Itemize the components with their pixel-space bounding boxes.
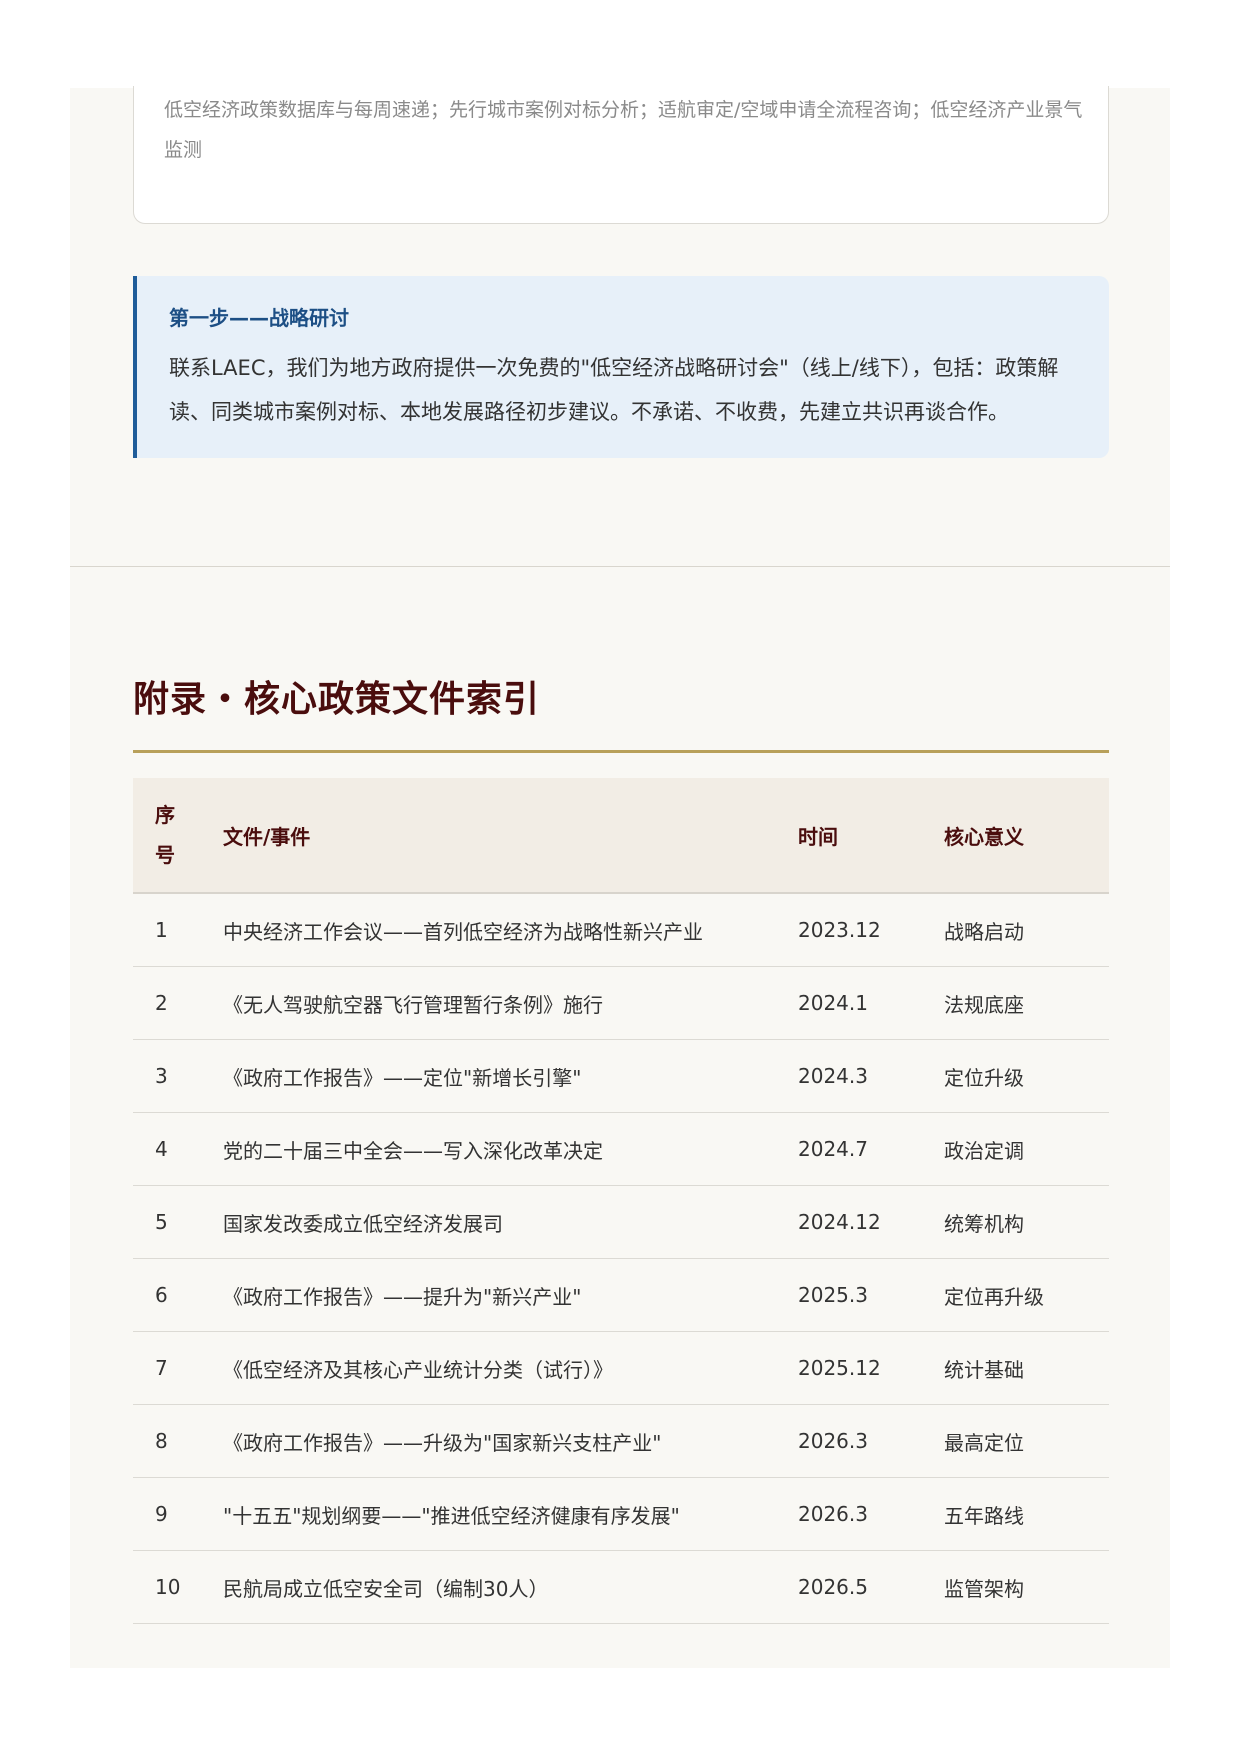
- header-doc: 文件/事件: [201, 778, 798, 894]
- row-no: 9: [133, 1477, 201, 1551]
- row-time: 2024.7: [798, 1112, 944, 1186]
- row-no: 10: [133, 1550, 201, 1624]
- row-time: 2025.3: [798, 1258, 944, 1332]
- table-row: 9 "十五五"规划纲要——"推进低空经济健康有序发展" 2026.3 五年路线: [133, 1477, 1109, 1551]
- table-row: 7 《低空经济及其核心产业统计分类（试行）》 2025.12 统计基础: [133, 1331, 1109, 1405]
- table-row: 3 《政府工作报告》——定位"新增长引擎" 2024.3 定位升级: [133, 1039, 1109, 1113]
- row-meaning: 定位升级: [944, 1039, 1109, 1113]
- table-row: 2 《无人驾驶航空器飞行管理暂行条例》施行 2024.1 法规底座: [133, 966, 1109, 1040]
- row-doc: 《无人驾驶航空器飞行管理暂行条例》施行: [201, 966, 798, 1040]
- row-time: 2024.3: [798, 1039, 944, 1113]
- row-time: 2025.12: [798, 1331, 944, 1405]
- first-step-callout: 第一步——战略研讨 联系LAEC，我们为地方政府提供一次免费的"低空经济战略研讨…: [133, 276, 1109, 458]
- row-doc: 《低空经济及其核心产业统计分类（试行）》: [201, 1331, 798, 1405]
- row-no: 1: [133, 893, 201, 967]
- row-meaning: 法规底座: [944, 966, 1109, 1040]
- callout-body: 联系LAEC，我们为地方政府提供一次免费的"低空经济战略研讨会"（线上/线下），…: [169, 356, 1059, 424]
- row-meaning: 五年路线: [944, 1477, 1109, 1551]
- row-doc: "十五五"规划纲要——"推进低空经济健康有序发展": [201, 1477, 798, 1551]
- services-card: 低空经济政策数据库与每周速递；先行城市案例对标分析；适航审定/空域申请全流程咨询…: [133, 86, 1109, 224]
- row-no: 5: [133, 1185, 201, 1259]
- row-no: 6: [133, 1258, 201, 1332]
- table-row: 5 国家发改委成立低空经济发展司 2024.12 统筹机构: [133, 1185, 1109, 1259]
- row-time: 2026.3: [798, 1477, 944, 1551]
- row-no: 8: [133, 1404, 201, 1478]
- row-meaning: 战略启动: [944, 893, 1109, 967]
- row-doc: 国家发改委成立低空经济发展司: [201, 1185, 798, 1259]
- table-row: 4 党的二十届三中全会——写入深化改革决定 2024.7 政治定调: [133, 1112, 1109, 1186]
- callout-title: 第一步——战略研讨: [169, 306, 349, 330]
- policy-table: 序号 文件/事件 时间 核心意义 1 中央经济工作会议——首列低空经济为战略性新…: [133, 778, 1109, 1624]
- section-divider: [70, 566, 1170, 567]
- row-meaning: 政治定调: [944, 1112, 1109, 1186]
- row-doc: 中央经济工作会议——首列低空经济为战略性新兴产业: [201, 893, 798, 967]
- header-meaning: 核心意义: [944, 778, 1109, 894]
- row-meaning: 监管架构: [944, 1550, 1109, 1624]
- table-row: 1 中央经济工作会议——首列低空经济为战略性新兴产业 2023.12 战略启动: [133, 893, 1109, 967]
- row-doc: 民航局成立低空安全司（编制30人）: [201, 1550, 798, 1624]
- table-row: 8 《政府工作报告》——升级为"国家新兴支柱产业" 2026.3 最高定位: [133, 1404, 1109, 1478]
- header-time: 时间: [798, 778, 944, 894]
- row-meaning: 统计基础: [944, 1331, 1109, 1405]
- row-meaning: 最高定位: [944, 1404, 1109, 1478]
- row-time: 2024.1: [798, 966, 944, 1040]
- table-row: 10 民航局成立低空安全司（编制30人） 2026.5 监管架构: [133, 1550, 1109, 1624]
- row-time: 2026.3: [798, 1404, 944, 1478]
- row-time: 2024.12: [798, 1185, 944, 1259]
- row-doc: 《政府工作报告》——提升为"新兴产业": [201, 1258, 798, 1332]
- row-no: 2: [133, 966, 201, 1040]
- row-time: 2023.12: [798, 893, 944, 967]
- title-underline: [133, 750, 1109, 753]
- header-no: 序号: [133, 778, 201, 894]
- row-doc: 《政府工作报告》——升级为"国家新兴支柱产业": [201, 1404, 798, 1478]
- row-meaning: 定位再升级: [944, 1258, 1109, 1332]
- table-header-row: 序号 文件/事件 时间 核心意义: [133, 778, 1109, 894]
- row-time: 2026.5: [798, 1550, 944, 1624]
- appendix-title: 附录・核心政策文件索引: [133, 679, 541, 720]
- row-no: 4: [133, 1112, 201, 1186]
- row-doc: 《政府工作报告》——定位"新增长引擎": [201, 1039, 798, 1113]
- row-no: 7: [133, 1331, 201, 1405]
- row-doc: 党的二十届三中全会——写入深化改革决定: [201, 1112, 798, 1186]
- table-row: 6 《政府工作报告》——提升为"新兴产业" 2025.3 定位再升级: [133, 1258, 1109, 1332]
- row-no: 3: [133, 1039, 201, 1113]
- row-meaning: 统筹机构: [944, 1185, 1109, 1259]
- services-text: 低空经济政策数据库与每周速递；先行城市案例对标分析；适航审定/空域申请全流程咨询…: [164, 99, 1083, 161]
- page: 低空经济政策数据库与每周速递；先行城市案例对标分析；适航审定/空域申请全流程咨询…: [70, 86, 1170, 1668]
